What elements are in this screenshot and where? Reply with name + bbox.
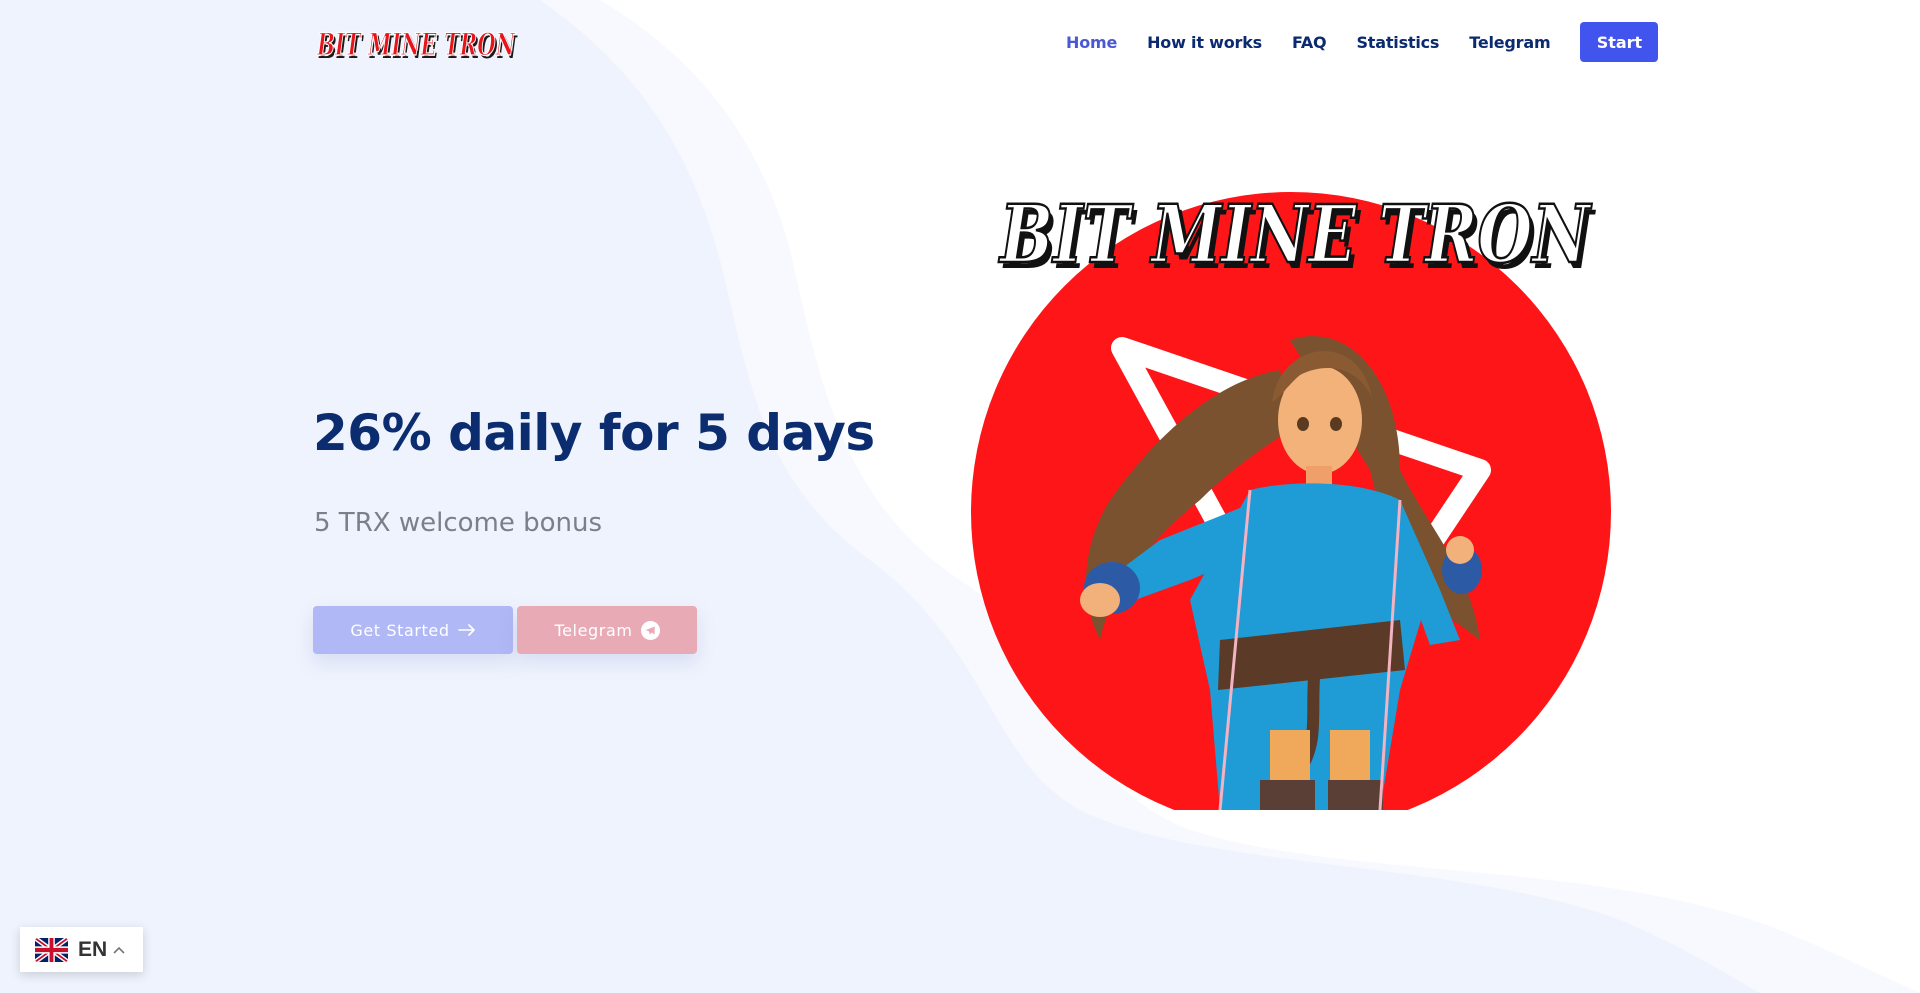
- telegram-label: Telegram: [554, 620, 633, 640]
- logo-text: BIT MINE TRON: [316, 27, 516, 63]
- uk-flag-icon: [35, 937, 68, 962]
- nav-statistics[interactable]: Statistics: [1356, 33, 1439, 52]
- chevron-up-icon: [113, 946, 125, 954]
- telegram-button[interactable]: Telegram: [517, 606, 697, 654]
- hero-art-headline: BIT MINE TRON: [998, 187, 1592, 281]
- language-selector[interactable]: EN: [20, 927, 143, 972]
- hero-title: 26% daily for 5 days: [313, 404, 875, 462]
- language-code: EN: [78, 937, 108, 961]
- nav-home[interactable]: Home: [1066, 33, 1117, 52]
- get-started-button[interactable]: Get Started: [313, 606, 513, 654]
- nav-faq[interactable]: FAQ: [1292, 33, 1327, 52]
- hero-illustration: BIT MINE TRON BIT MINE TRON: [960, 170, 1640, 815]
- nav-how-it-works[interactable]: How it works: [1147, 33, 1262, 52]
- nav-telegram[interactable]: Telegram: [1469, 33, 1550, 52]
- telegram-icon: [640, 620, 660, 640]
- logo-wordmark: BIT MINE TRON BIT MINE TRON: [316, 26, 518, 66]
- start-button[interactable]: Start: [1580, 22, 1659, 62]
- main-nav: Home How it works FAQ Statistics Telegra…: [1066, 22, 1659, 62]
- arrow-right-icon: [457, 624, 476, 636]
- hero-actions: Get Started Telegram: [313, 606, 697, 654]
- site-header: BIT MINE TRON BIT MINE TRON Home How it …: [0, 0, 1920, 84]
- hero-subtitle: 5 TRX welcome bonus: [314, 508, 603, 538]
- brand-logo[interactable]: BIT MINE TRON BIT MINE TRON: [314, 20, 520, 66]
- hero-art-svg: BIT MINE TRON BIT MINE TRON: [971, 186, 1611, 810]
- get-started-label: Get Started: [350, 620, 450, 640]
